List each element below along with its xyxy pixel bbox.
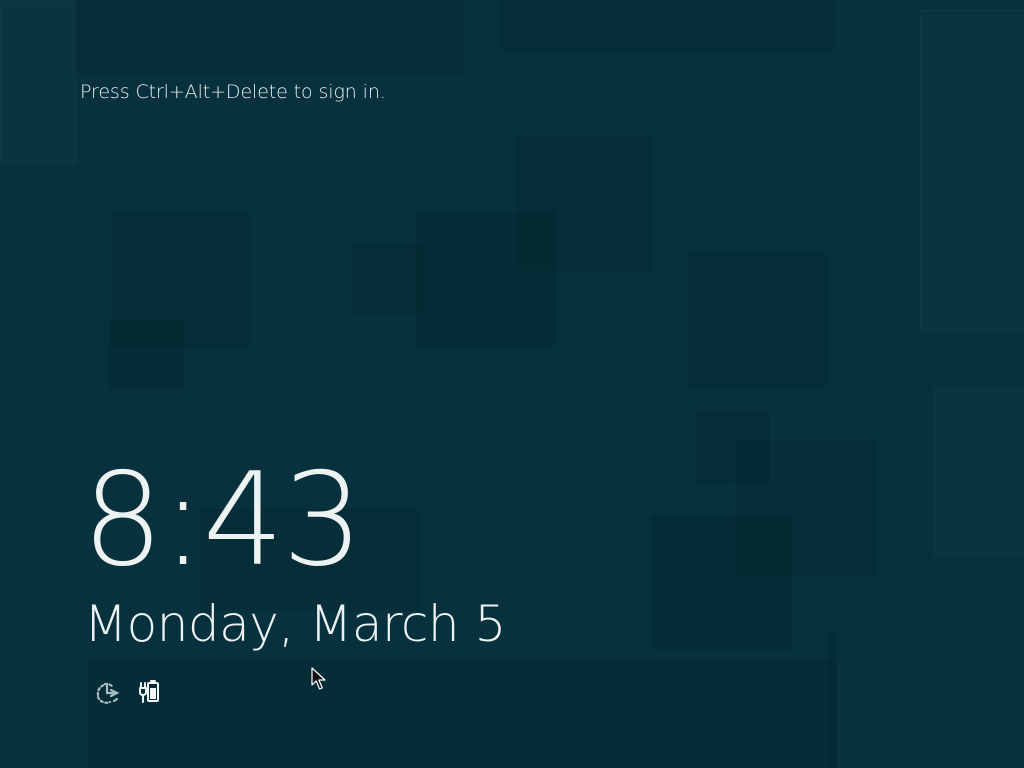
background-tile [934, 388, 1024, 556]
network-disconnected-icon [90, 675, 124, 709]
lock-screen-date: Monday, March 5 [84, 595, 506, 653]
background-tile [826, 630, 838, 768]
lock-screen-status-icons [90, 675, 170, 709]
sign-in-prompt: Press Ctrl+Alt+Delete to sign in. [80, 81, 386, 103]
background-tile [86, 657, 838, 768]
background-tile [108, 319, 185, 391]
background-tile [72, 0, 464, 76]
background-tile [0, 0, 76, 164]
background-tile [920, 10, 1024, 332]
background-tile [515, 135, 654, 272]
battery-plugged-in-icon [133, 675, 167, 709]
background-tile [498, 0, 836, 54]
lock-screen-time: 8:43 [82, 446, 363, 595]
windows-lock-screen[interactable]: Press Ctrl+Alt+Delete to sign in. 8:43 M… [0, 0, 1024, 768]
background-tile [650, 514, 793, 651]
background-tile [686, 250, 830, 390]
